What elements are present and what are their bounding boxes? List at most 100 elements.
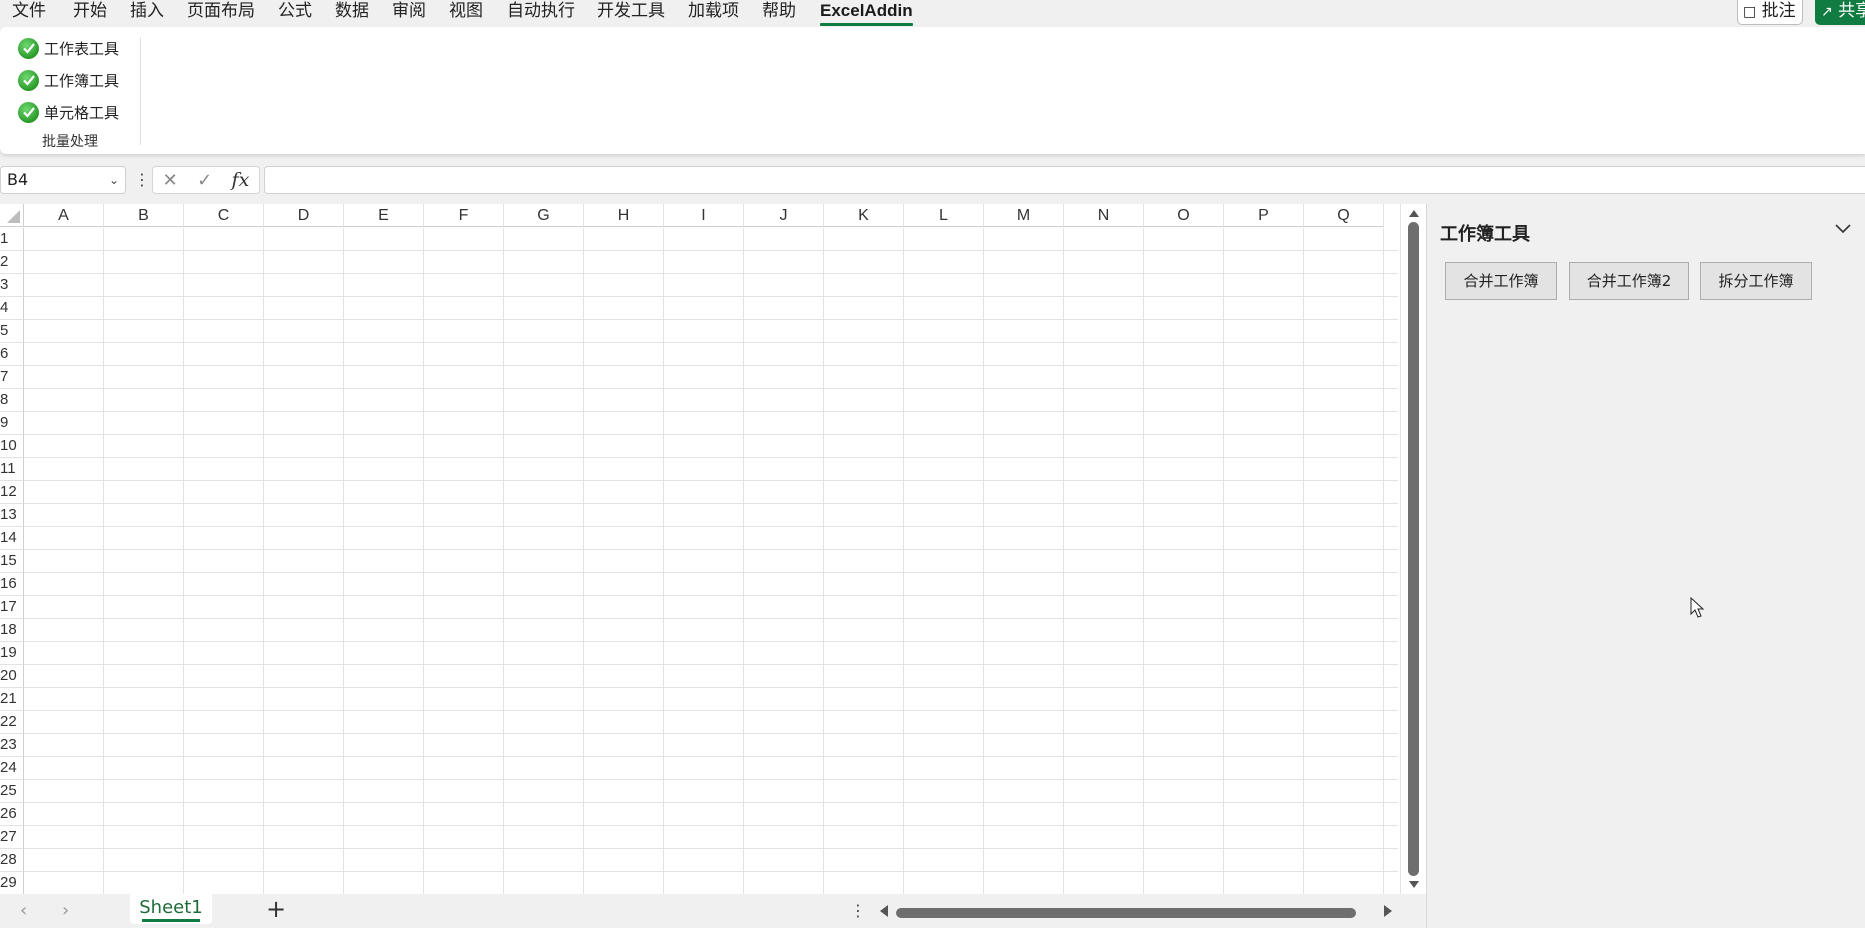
menu-exceladdin[interactable]: ExcelAddin [820,0,913,27]
vertical-scrollbar[interactable] [1400,204,1426,894]
row-header[interactable]: 21 [0,688,24,711]
row-header[interactable]: 1 [0,228,24,251]
row-header[interactable]: 10 [0,435,24,458]
chevron-down-icon[interactable] [1833,218,1853,238]
workbook-tools-label: 工作簿工具 [44,71,120,90]
column-header[interactable]: O [1144,204,1224,227]
row-header[interactable]: 14 [0,527,24,550]
horizontal-scroll-thumb[interactable] [896,908,1356,918]
chevron-down-icon[interactable]: ⌄ [109,167,119,193]
sheet-tab[interactable]: Sheet1 [130,894,212,924]
check-icon [18,101,39,123]
column-header[interactable]: Q [1304,204,1384,227]
menu-view[interactable]: 视图 [449,0,483,27]
column-header[interactable]: P [1224,204,1304,227]
scroll-up-icon[interactable] [1409,210,1419,217]
formula-buttons: ✕ ✓ fx [152,166,260,194]
menu-addins[interactable]: 加载项 [688,0,739,27]
menu-developer[interactable]: 开发工具 [597,0,665,27]
name-box[interactable]: B4 ⌄ [0,166,126,194]
column-header[interactable]: A [24,204,104,227]
row-header[interactable]: 19 [0,642,24,665]
ribbon: 工作表工具 工作簿工具 单元格工具 批量处理 [0,27,1865,154]
merge-workbook-button[interactable]: 合并工作簿 [1445,262,1557,300]
column-header[interactable]: M [984,204,1064,227]
column-header[interactable]: B [104,204,184,227]
row-header[interactable]: 18 [0,619,24,642]
row-header[interactable]: 8 [0,389,24,412]
row-header[interactable]: 23 [0,734,24,757]
row-header[interactable]: 20 [0,665,24,688]
row-header[interactable]: 9 [0,412,24,435]
menu-data[interactable]: 数据 [335,0,369,27]
name-box-value: B4 [7,170,29,189]
menu-home[interactable]: 开始 [73,0,107,27]
row-header[interactable]: 22 [0,711,24,734]
menu-formulas[interactable]: 公式 [278,0,312,27]
more-options-icon[interactable]: ⋮ [134,170,150,189]
column-header[interactable]: F [424,204,504,227]
row-header[interactable]: 12 [0,481,24,504]
row-header[interactable]: 4 [0,297,24,320]
row-header[interactable]: 5 [0,320,24,343]
column-header[interactable]: J [744,204,824,227]
workbook-tools-button[interactable]: 工作簿工具 [18,68,119,92]
enter-icon[interactable]: ✓ [197,170,212,191]
row-header[interactable]: 24 [0,757,24,780]
column-header[interactable]: I [664,204,744,227]
share-button[interactable]: ↗ 共享 [1815,0,1865,25]
column-header[interactable]: G [504,204,584,227]
comments-button[interactable]: □ 批注 [1737,0,1803,25]
next-sheet-icon[interactable]: › [62,900,69,921]
cell-area[interactable] [24,228,1398,894]
cancel-icon[interactable]: ✕ [163,170,178,191]
task-pane-title: 工作簿工具 [1440,224,1530,245]
prev-sheet-icon[interactable]: ‹ [20,900,27,921]
vertical-scroll-thumb[interactable] [1408,222,1419,876]
scroll-down-icon[interactable] [1409,881,1419,888]
menu-page-layout[interactable]: 页面布局 [187,0,255,27]
menu-insert[interactable]: 插入 [130,0,164,27]
add-sheet-button[interactable]: + [266,897,286,921]
row-header[interactable]: 16 [0,573,24,596]
row-header[interactable]: 29 [0,872,24,895]
share-label: 共享 [1838,1,1865,21]
task-pane: 工作簿工具 合并工作簿 合并工作簿2 拆分工作簿 [1426,204,1865,928]
cell-tools-button[interactable]: 单元格工具 [18,100,119,124]
column-header[interactable]: K [824,204,904,227]
row-header[interactable]: 25 [0,780,24,803]
row-header[interactable]: 7 [0,366,24,389]
menu-file[interactable]: 文件 [12,0,46,27]
row-header[interactable]: 27 [0,826,24,849]
row-header[interactable]: 15 [0,550,24,573]
more-options-icon[interactable]: ⋮ [850,901,866,920]
merge-workbook-2-button[interactable]: 合并工作簿2 [1569,262,1689,300]
formula-input[interactable] [264,166,1865,194]
row-header[interactable]: 3 [0,274,24,297]
column-header[interactable]: D [264,204,344,227]
menu-automate[interactable]: 自动执行 [507,0,575,27]
fx-icon[interactable]: fx [232,169,250,191]
menu-review[interactable]: 审阅 [392,0,426,27]
column-header[interactable]: C [184,204,264,227]
menu-help[interactable]: 帮助 [762,0,796,27]
column-header[interactable]: N [1064,204,1144,227]
row-header[interactable]: 13 [0,504,24,527]
column-header[interactable]: L [904,204,984,227]
comment-icon: □ [1743,4,1757,20]
row-header[interactable]: 17 [0,596,24,619]
row-header[interactable]: 11 [0,458,24,481]
select-all-corner[interactable] [0,204,24,227]
row-header[interactable]: 26 [0,803,24,826]
scroll-right-icon[interactable] [1384,905,1392,917]
row-header[interactable]: 6 [0,343,24,366]
row-header[interactable]: 28 [0,849,24,872]
formula-bar: B4 ⌄ ⋮ ✕ ✓ fx [0,164,1865,196]
worksheet-tools-button[interactable]: 工作表工具 [18,36,119,60]
ribbon-group-separator [140,37,141,145]
scroll-left-icon[interactable] [880,905,888,917]
row-header[interactable]: 2 [0,251,24,274]
column-header[interactable]: H [584,204,664,227]
column-header[interactable]: E [344,204,424,227]
split-workbook-button[interactable]: 拆分工作簿 [1700,262,1812,300]
